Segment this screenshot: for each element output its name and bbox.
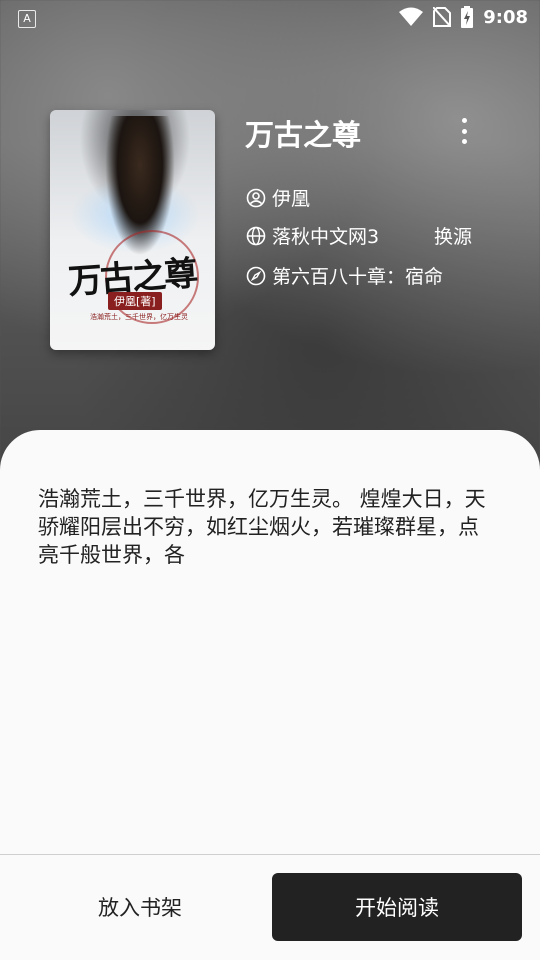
add-to-shelf-button[interactable]: 放入书架 <box>20 873 260 941</box>
latest-chapter-row[interactable]: 第六百八十章：宿命 <box>246 262 443 289</box>
cover-tagline: 浩瀚荒土，三千世界，亿万生灵 <box>90 313 188 321</box>
source-row: 落秋中文网3 <box>246 222 379 249</box>
cover-author-tag: 伊凰[著] <box>108 292 162 310</box>
status-bar: A 9:08 <box>0 0 540 36</box>
book-description: 浩瀚荒土，三千世界，亿万生灵。 煌煌大日，天骄耀阳层出不穷，如红尘烟火，若璀璨群… <box>38 487 486 567</box>
no-sim-icon <box>433 7 452 27</box>
latest-chapter-label: 第六百八十章：宿命 <box>272 266 444 288</box>
book-cover: 万古之尊 伊凰[著] 浩瀚荒土，三千世界，亿万生灵 <box>50 110 215 350</box>
bottom-divider <box>0 854 540 855</box>
change-source-button[interactable]: 换源 <box>434 222 472 249</box>
clock: 9:08 <box>483 6 528 28</box>
battery-icon <box>461 6 474 28</box>
compass-icon <box>246 266 266 286</box>
author-name[interactable]: 伊凰 <box>272 184 310 211</box>
wifi-icon <box>399 7 424 27</box>
more-vertical-icon[interactable] <box>456 118 472 144</box>
status-icons: 9:08 <box>399 6 528 28</box>
author-row: 伊凰 <box>246 184 310 211</box>
start-reading-button[interactable]: 开始阅读 <box>272 873 522 941</box>
person-circle-icon <box>246 188 266 208</box>
globe-icon <box>246 226 266 246</box>
book-title: 万古之尊 <box>245 118 362 152</box>
source-name: 落秋中文网3 <box>272 226 380 248</box>
app-notification-icon: A <box>18 10 36 28</box>
